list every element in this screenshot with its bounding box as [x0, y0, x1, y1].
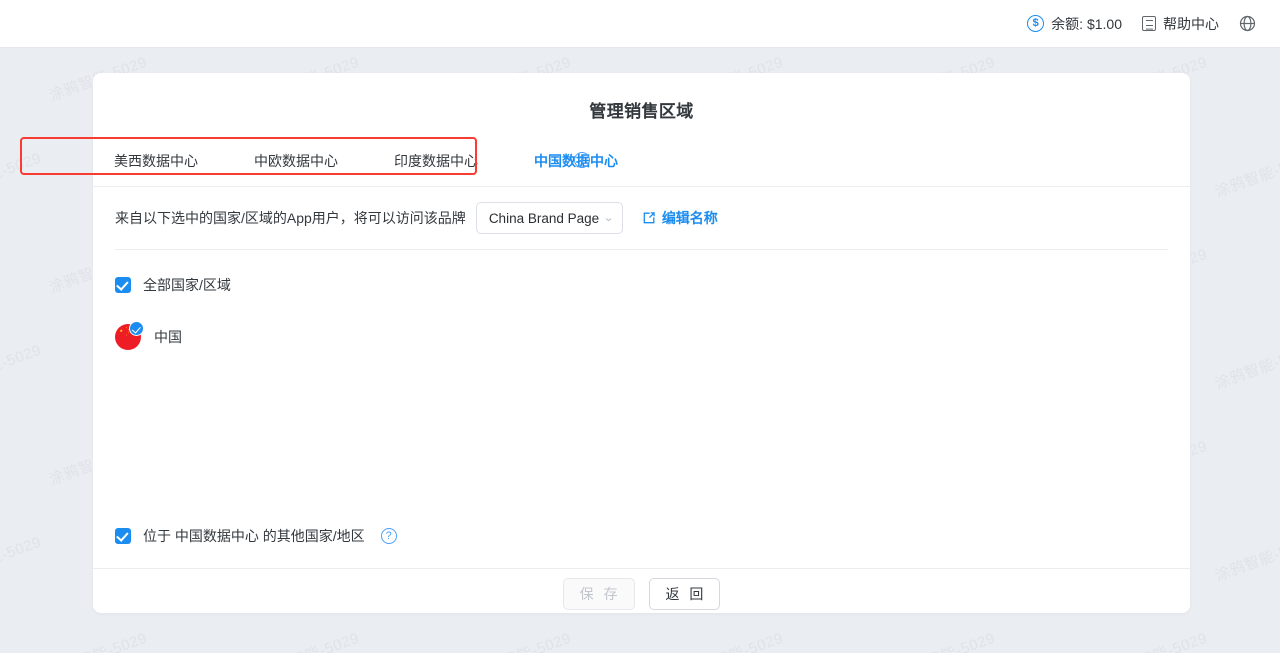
watermark-text: 涂鸦智能-5029: [0, 149, 44, 201]
china-flag-avatar: [115, 321, 144, 350]
region-list: 全部国家/区域 中国 位于 中国数据中心 的其他国家/地区 ?: [93, 250, 1190, 568]
watermark-text: 涂鸦智能-5029: [470, 627, 574, 653]
tab-us-west[interactable]: 美西数据中心: [114, 142, 222, 180]
document-lines-icon: [1142, 16, 1156, 31]
watermark-text: 涂鸦智能-5029: [0, 341, 44, 393]
list-item[interactable]: 中国: [115, 295, 1168, 350]
question-circle-icon: ?: [574, 152, 590, 168]
watermark-text: 涂鸦智能-5029: [1213, 341, 1280, 393]
other-regions-row[interactable]: 位于 中国数据中心 的其他国家/地区 ?: [115, 526, 397, 546]
balance-label: 余额: $1.00: [1051, 15, 1122, 32]
watermark-text: 涂鸦智能-5029: [1213, 149, 1280, 201]
watermark-text: 涂鸦智能-5029: [894, 627, 998, 653]
watermark-text: 涂鸦智能-5029: [258, 627, 362, 653]
brand-access-description: 来自以下选中的国家/区域的App用户，将可以访问该品牌: [115, 210, 466, 226]
tabs-help-button[interactable]: ?: [574, 152, 590, 168]
help-center-button[interactable]: 帮助中心: [1132, 0, 1229, 48]
coin-dollar-icon: $: [1027, 15, 1045, 32]
manage-sales-region-card: 管理销售区域 美西数据中心 中欧数据中心 印度数据中心 中国数据中心 ? 来自以…: [93, 73, 1190, 613]
question-circle-icon[interactable]: ?: [380, 528, 397, 544]
brand-select[interactable]: China Brand Page ⌄: [475, 202, 623, 234]
external-link-icon: [642, 211, 656, 225]
help-center-label: 帮助中心: [1163, 15, 1219, 32]
watermark-text: 涂鸦智能-5029: [46, 627, 150, 653]
watermark-text: 涂鸦智能-5029: [1213, 533, 1280, 585]
balance-indicator[interactable]: $ 余额: $1.00: [1017, 0, 1132, 48]
datacenter-tabs: 美西数据中心 中欧数据中心 印度数据中心 中国数据中心: [114, 142, 642, 180]
language-switch-button[interactable]: [1229, 0, 1266, 48]
watermark-text: 涂鸦智能-5029: [682, 627, 786, 653]
all-regions-row[interactable]: 全部国家/区域: [115, 250, 1168, 295]
tab-india[interactable]: 印度数据中心: [394, 142, 502, 180]
brand-access-row: 来自以下选中的国家/区域的App用户，将可以访问该品牌 China Brand …: [93, 187, 1190, 249]
tab-central-europe[interactable]: 中欧数据中心: [254, 142, 362, 180]
page-title: 管理销售区域: [589, 102, 694, 121]
chevron-down-icon: ⌄: [602, 211, 614, 224]
brand-select-value: China Brand Page: [488, 210, 600, 226]
watermark-text: 涂鸦智能-5029: [0, 533, 44, 585]
other-regions-label: 位于 中国数据中心 的其他国家/地区: [143, 528, 365, 544]
save-button[interactable]: 保 存: [562, 578, 635, 610]
top-bar: $ 余额: $1.00 帮助中心: [0, 0, 1280, 48]
all-regions-checkbox[interactable]: [115, 277, 131, 293]
watermark-text: 涂鸦智能-5029: [1106, 627, 1210, 653]
other-regions-checkbox[interactable]: [115, 528, 131, 544]
edit-brand-name-link[interactable]: 编辑名称: [642, 208, 718, 228]
selected-check-badge: [129, 321, 144, 336]
edit-brand-name-label: 编辑名称: [661, 210, 718, 226]
card-footer: 保 存 返 回: [93, 568, 1190, 619]
globe-icon: [1239, 15, 1256, 32]
country-name: 中国: [154, 329, 182, 345]
datacenter-tabs-wrapper: 美西数据中心 中欧数据中心 印度数据中心 中国数据中心 ?: [93, 142, 1190, 186]
all-regions-label: 全部国家/区域: [143, 277, 231, 293]
back-button[interactable]: 返 回: [648, 578, 721, 610]
